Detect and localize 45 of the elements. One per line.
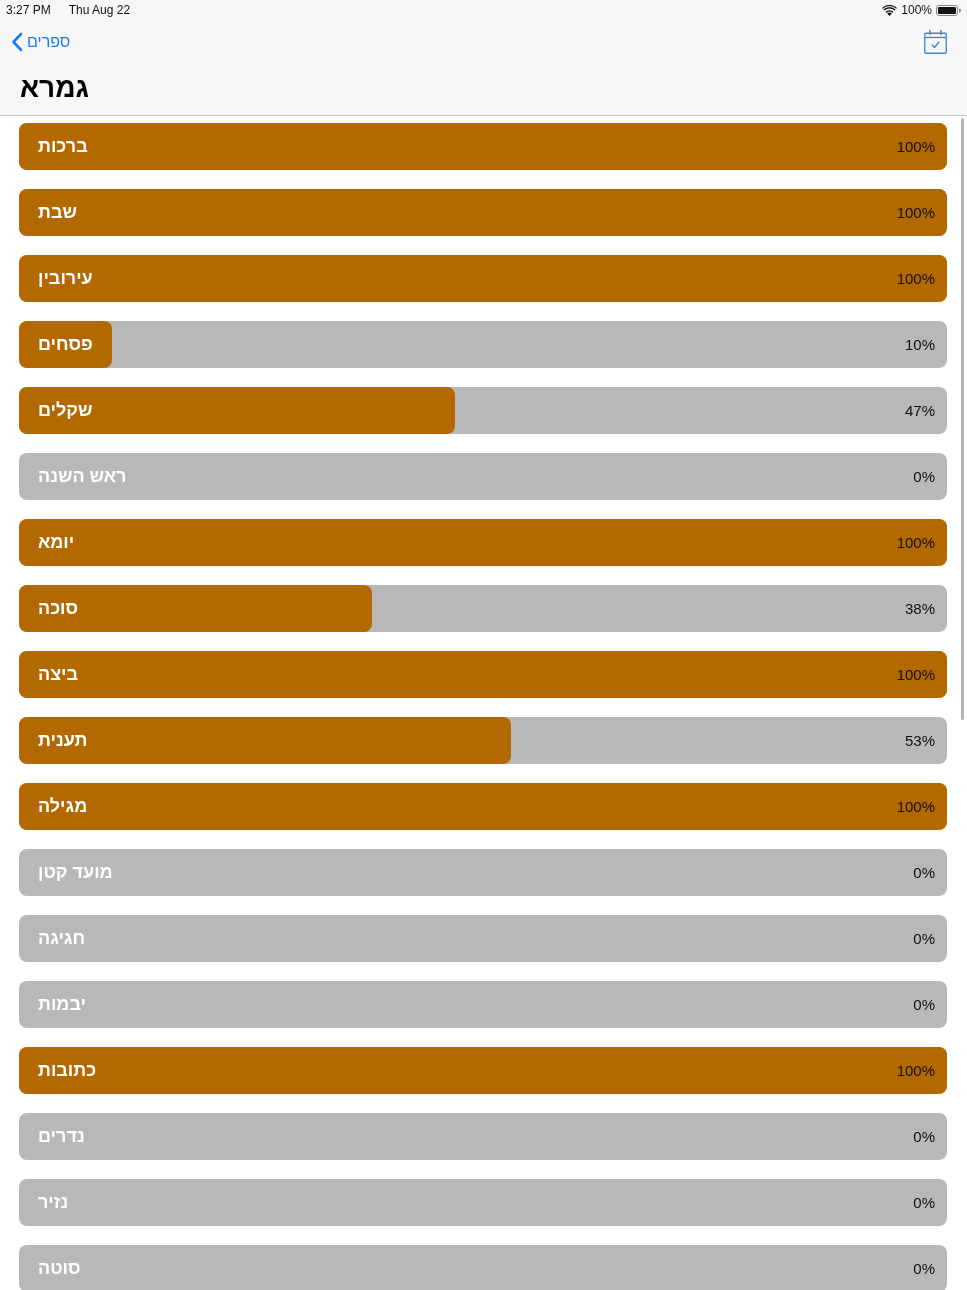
tractate-name: שבת [38, 202, 77, 223]
progress-percent: 0% [913, 1128, 935, 1145]
tractate-name: יומא [38, 532, 75, 553]
tractate-name: סוטה [38, 1258, 81, 1279]
tractate-name: חגיגה [38, 928, 86, 949]
progress-percent: 100% [896, 138, 935, 155]
tractate-name: תענית [38, 730, 88, 751]
tractate-name: עירובין [38, 268, 93, 289]
tractate-name: נדרים [38, 1126, 85, 1147]
progress-percent: 100% [896, 534, 935, 551]
battery-icon [936, 4, 961, 16]
tractate-name: סוכה [38, 598, 79, 619]
status-date: Thu Aug 22 [68, 3, 131, 17]
battery-percent: 100% [901, 3, 932, 17]
tractate-name: נזיר [38, 1192, 69, 1213]
progress-percent: 100% [896, 204, 935, 221]
tractate-name: יבמות [38, 994, 86, 1015]
tractate-name: מגילה [38, 796, 88, 817]
tractate-name: כתובות [38, 1060, 97, 1081]
progress-percent: 0% [913, 1194, 935, 1211]
progress-percent: 0% [913, 864, 935, 881]
page-title: גמרא [20, 71, 89, 104]
progress-percent: 100% [896, 798, 935, 815]
progress-percent: 100% [896, 270, 935, 287]
progress-percent: 47% [904, 402, 935, 419]
progress-percent: 53% [904, 732, 935, 749]
tractate-name: פסחים [38, 334, 93, 355]
wifi-icon [882, 4, 898, 16]
tractate-name: ראש השנה [38, 466, 127, 487]
tractate-name: ביצה [38, 664, 79, 685]
progress-percent: 10% [904, 336, 935, 353]
progress-percent: 0% [913, 1260, 935, 1277]
status-time: 3:27 PM [6, 3, 51, 17]
progress-percent: 0% [913, 930, 935, 947]
progress-percent: 0% [913, 996, 935, 1013]
progress-percent: 100% [896, 666, 935, 683]
tractate-name: שקלים [38, 400, 93, 421]
back-chevron-icon [11, 32, 23, 52]
tractate-name: ברכות [38, 136, 88, 157]
progress-percent: 38% [904, 600, 935, 617]
back-link[interactable]: ספרים [11, 32, 71, 52]
tractate-name: מועד קטן [38, 862, 113, 883]
calendar-check-icon[interactable] [924, 30, 947, 54]
progress-percent: 100% [896, 1062, 935, 1079]
progress-percent: 0% [913, 468, 935, 485]
